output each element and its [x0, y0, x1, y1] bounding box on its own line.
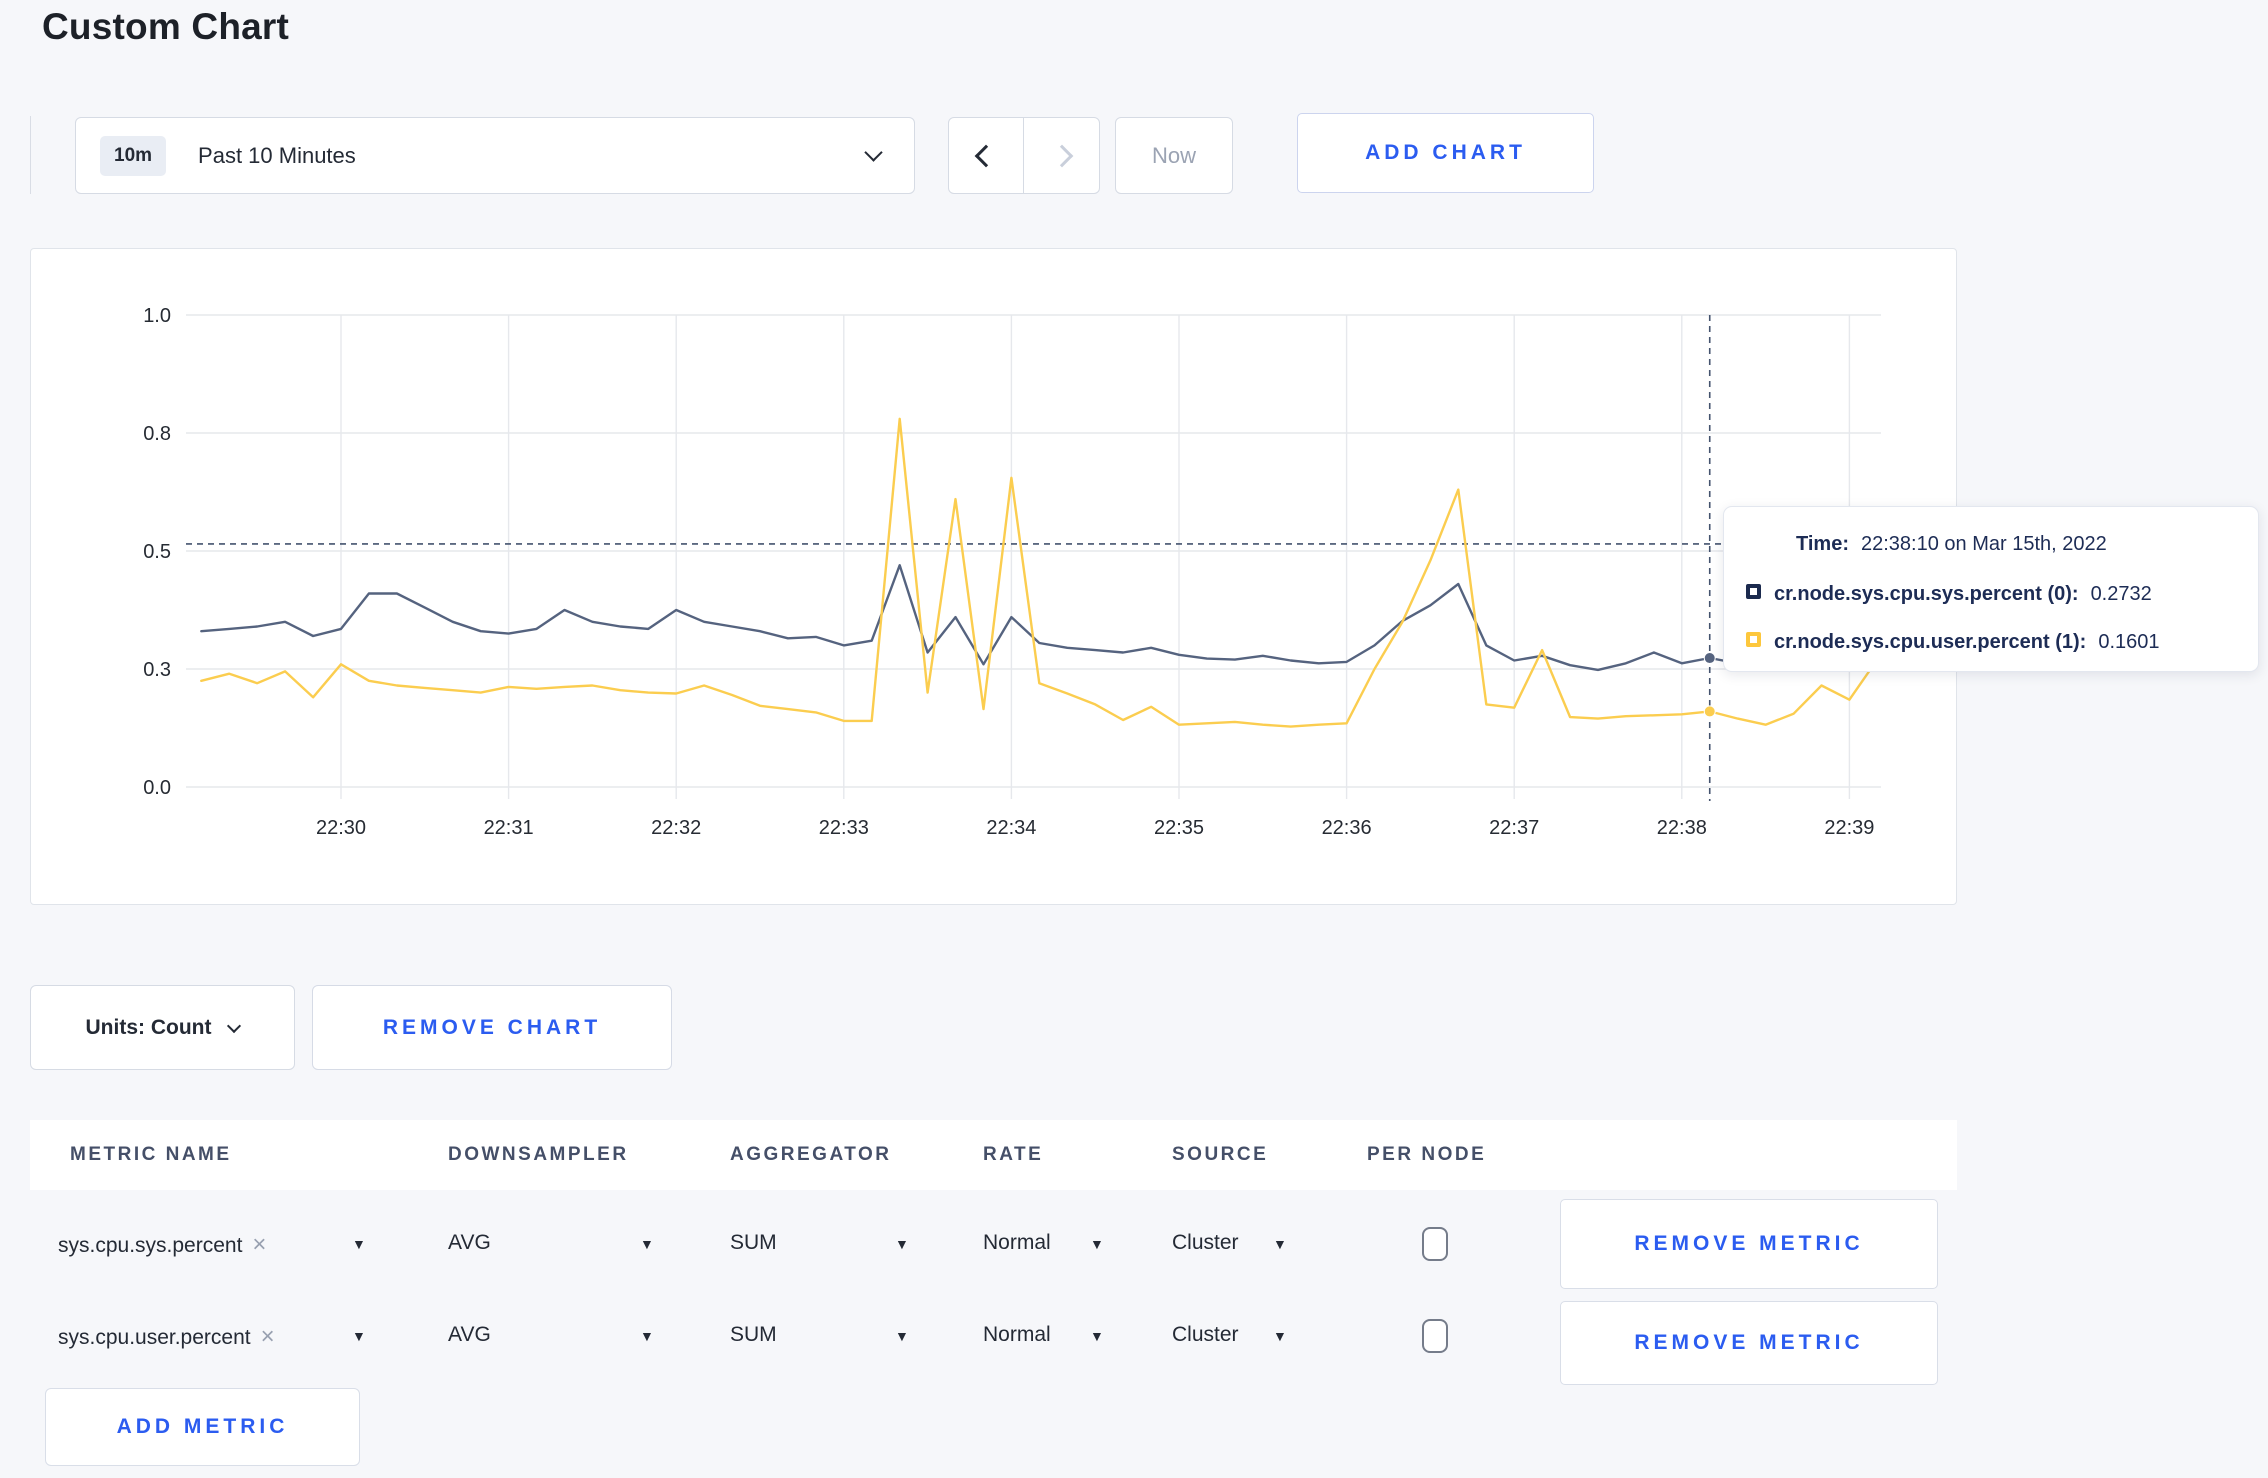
- units-dropdown[interactable]: Units: Count: [30, 985, 295, 1070]
- remove-metric-button[interactable]: REMOVE METRIC: [1560, 1199, 1938, 1289]
- rate-select[interactable]: Normal: [983, 1231, 1051, 1255]
- page-title: Custom Chart: [42, 6, 290, 47]
- svg-text:22:32: 22:32: [651, 817, 701, 839]
- aggregator-arrow-icon[interactable]: ▼: [895, 1236, 909, 1252]
- svg-text:22:35: 22:35: [1154, 817, 1204, 839]
- tooltip-series-sys: cr.node.sys.cpu.sys.percent (0): 0.2732: [1746, 583, 2152, 606]
- per-node-checkbox[interactable]: [1422, 1227, 1448, 1261]
- time-nav-group: [948, 117, 1100, 194]
- time-range-dropdown[interactable]: 10m Past 10 Minutes: [75, 117, 915, 194]
- svg-text:0.5: 0.5: [143, 541, 171, 563]
- svg-text:22:39: 22:39: [1824, 817, 1874, 839]
- prev-time-button[interactable]: [949, 118, 1024, 193]
- chevron-down-icon: [864, 143, 883, 162]
- svg-text:22:31: 22:31: [484, 817, 534, 839]
- custom-chart-page: Custom Chart 10m Past 10 Minutes Now ADD…: [0, 0, 2268, 1478]
- rate-arrow-icon[interactable]: ▼: [1090, 1328, 1104, 1344]
- metric-table-header: METRIC NAME DOWNSAMPLER AGGREGATOR RATE …: [30, 1120, 1957, 1190]
- next-time-button[interactable]: [1024, 118, 1099, 193]
- metric-dropdown-arrow-icon[interactable]: ▼: [352, 1328, 366, 1344]
- downsampler-select[interactable]: AVG: [448, 1323, 491, 1347]
- remove-chart-button[interactable]: REMOVE CHART: [312, 985, 672, 1070]
- col-aggregator: AGGREGATOR: [730, 1144, 892, 1165]
- clear-metric-icon[interactable]: ×: [261, 1323, 275, 1350]
- svg-text:22:33: 22:33: [819, 817, 869, 839]
- sys-series-swatch-icon: [1746, 584, 1761, 599]
- svg-text:0.0: 0.0: [143, 777, 171, 799]
- rate-arrow-icon[interactable]: ▼: [1090, 1236, 1104, 1252]
- downsampler-arrow-icon[interactable]: ▼: [640, 1328, 654, 1344]
- svg-text:22:38: 22:38: [1657, 817, 1707, 839]
- svg-text:1.0: 1.0: [143, 305, 171, 327]
- add-metric-button[interactable]: ADD METRIC: [45, 1388, 360, 1466]
- aggregator-arrow-icon[interactable]: ▼: [895, 1328, 909, 1344]
- col-downsampler: DOWNSAMPLER: [448, 1144, 629, 1165]
- col-rate: RATE: [983, 1144, 1044, 1165]
- svg-text:22:30: 22:30: [316, 817, 366, 839]
- downsampler-select[interactable]: AVG: [448, 1231, 491, 1255]
- chart-tooltip: Time: 22:38:10 on Mar 15th, 2022 cr.node.…: [1723, 506, 2259, 672]
- col-source: SOURCE: [1172, 1144, 1269, 1165]
- chart-card: 0.0 0.3 0.5 0.8 1.0 22:30 22:31 22:32 22:33 22:34…: [30, 248, 2259, 906]
- metric-name-dropdown[interactable]: sys.cpu.sys.percent ×: [58, 1231, 266, 1259]
- svg-text:0.3: 0.3: [143, 659, 171, 681]
- rate-select[interactable]: Normal: [983, 1323, 1051, 1347]
- now-button[interactable]: Now: [1115, 117, 1233, 194]
- metric-name-dropdown[interactable]: sys.cpu.user.percent ×: [58, 1323, 275, 1351]
- remove-metric-button[interactable]: REMOVE METRIC: [1560, 1301, 1938, 1385]
- toolbar-divider: [30, 116, 31, 194]
- source-arrow-icon[interactable]: ▼: [1273, 1236, 1287, 1252]
- chevron-down-icon: [227, 1018, 242, 1033]
- col-per-node: PER NODE: [1367, 1144, 1487, 1165]
- source-select[interactable]: Cluster: [1172, 1323, 1239, 1347]
- per-node-checkbox[interactable]: [1422, 1319, 1448, 1353]
- source-select[interactable]: Cluster: [1172, 1231, 1239, 1255]
- tooltip-series-user: cr.node.sys.cpu.user.percent (1): 0.1601: [1746, 631, 2160, 654]
- svg-text:0.8: 0.8: [143, 423, 171, 445]
- units-label: Units: Count: [85, 1015, 212, 1039]
- aggregator-select[interactable]: SUM: [730, 1323, 777, 1347]
- metric-dropdown-arrow-icon[interactable]: ▼: [352, 1236, 366, 1252]
- svg-text:22:36: 22:36: [1322, 817, 1372, 839]
- downsampler-arrow-icon[interactable]: ▼: [640, 1236, 654, 1252]
- time-range-label: Past 10 Minutes: [198, 142, 356, 168]
- chevron-right-icon: [1050, 144, 1073, 167]
- col-metric-name: METRIC NAME: [70, 1144, 232, 1165]
- time-range-badge: 10m: [100, 135, 167, 176]
- timeseries-chart[interactable]: 0.0 0.3 0.5 0.8 1.0 22:30 22:31 22:32 22:33 22:34…: [31, 249, 1958, 906]
- user-series-swatch-icon: [1746, 632, 1761, 647]
- svg-text:22:37: 22:37: [1489, 817, 1539, 839]
- aggregator-select[interactable]: SUM: [730, 1231, 777, 1255]
- clear-metric-icon[interactable]: ×: [252, 1231, 266, 1258]
- tooltip-time: Time: 22:38:10 on Mar 15th, 2022: [1796, 533, 2107, 555]
- chevron-left-icon: [974, 144, 998, 167]
- add-chart-button[interactable]: ADD CHART: [1297, 113, 1594, 193]
- svg-text:22:34: 22:34: [986, 817, 1036, 839]
- source-arrow-icon[interactable]: ▼: [1273, 1328, 1287, 1344]
